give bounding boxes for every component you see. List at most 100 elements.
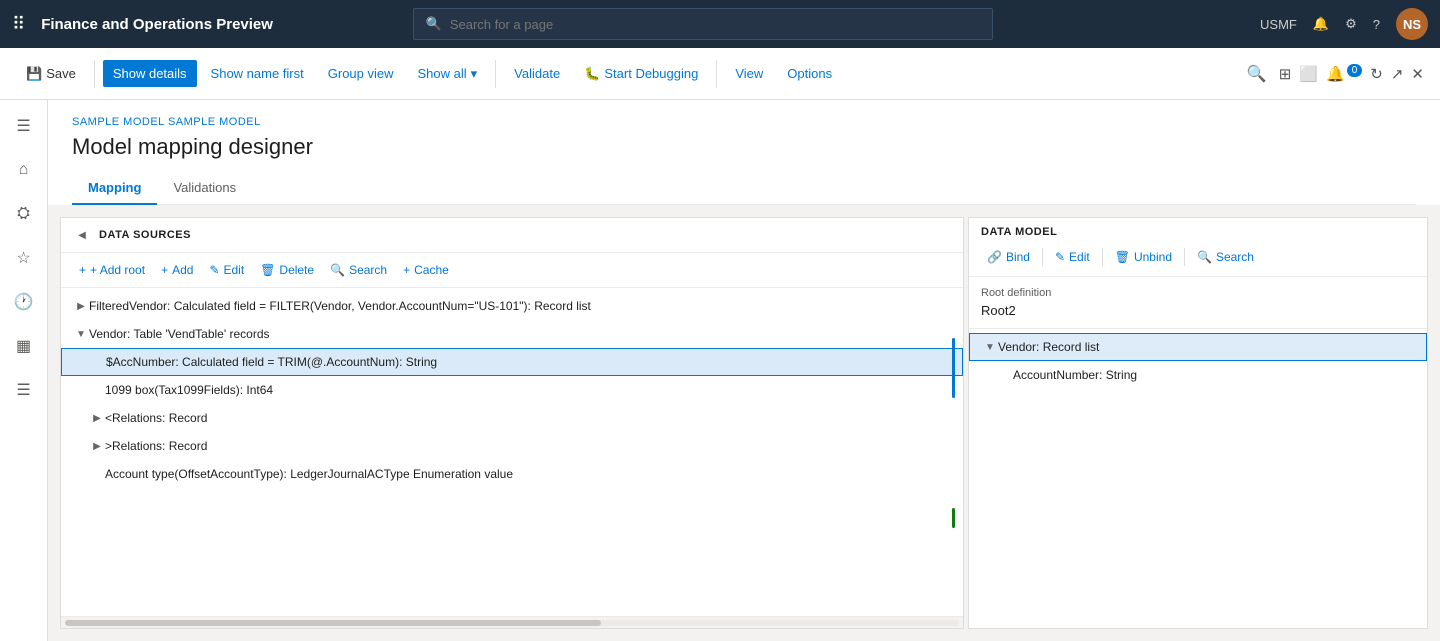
personalize-icon[interactable]: ⊞ bbox=[1279, 65, 1292, 83]
add-root-button[interactable]: + + Add root bbox=[73, 259, 151, 281]
expand-icon[interactable]: ▶ bbox=[89, 410, 105, 426]
panel-toolbar: + + Add root + Add ✎ Edit 🗑 Delete bbox=[61, 253, 963, 288]
page-header: SAMPLE MODEL SAMPLE MODEL Model mapping … bbox=[48, 100, 1440, 205]
dm-edit-icon: ✎ bbox=[1055, 250, 1065, 264]
help-icon[interactable]: ? bbox=[1373, 17, 1380, 32]
h-scrollbar-thumb[interactable] bbox=[65, 620, 601, 626]
view-button[interactable]: View bbox=[725, 60, 773, 87]
h-scrollbar-track bbox=[65, 620, 959, 626]
tab-validations[interactable]: Validations bbox=[157, 172, 252, 205]
dm-separator-2 bbox=[1102, 248, 1103, 266]
save-button[interactable]: 💾 Save bbox=[16, 60, 86, 88]
data-sources-panel: ◀ DATA SOURCES + + Add root + Add ✎ Edit bbox=[60, 217, 964, 629]
vert-indicator-bottom bbox=[952, 508, 955, 528]
content-area: SAMPLE MODEL SAMPLE MODEL Model mapping … bbox=[48, 100, 1440, 641]
data-model-header: DATA MODEL 🔗 Bind ✎ Edit 🗑 bbox=[969, 218, 1427, 277]
page-title: Model mapping designer bbox=[72, 134, 1416, 160]
options-button[interactable]: Options bbox=[777, 60, 842, 87]
delete-button[interactable]: 🗑 Delete bbox=[254, 259, 320, 281]
sidebar-home-icon[interactable]: ⌂ bbox=[6, 152, 42, 188]
avatar[interactable]: NS bbox=[1396, 8, 1428, 40]
tree-item[interactable]: 1099 box(Tax1099Fields): Int64 bbox=[61, 376, 963, 404]
panel-header: ◀ DATA SOURCES bbox=[61, 218, 963, 253]
top-nav: ⠿ Finance and Operations Preview 🔍 USMF … bbox=[0, 0, 1440, 48]
search-input[interactable] bbox=[450, 17, 980, 32]
vert-indicator-top bbox=[952, 338, 955, 398]
notification-badge[interactable]: 🔔0 bbox=[1326, 65, 1362, 83]
main-layout: ☰ ⌂ ⛭ ☆ 🕐 ▦ ☰ SAMPLE MODEL SAMPLE MODEL … bbox=[0, 100, 1440, 641]
data-model-panel: DATA MODEL 🔗 Bind ✎ Edit 🗑 bbox=[968, 217, 1428, 629]
separator-2 bbox=[495, 60, 496, 88]
expand-icon-placeholder bbox=[89, 466, 105, 482]
unbind-icon: 🗑 bbox=[1115, 250, 1130, 264]
sidebar-toggle-icon[interactable]: ☰ bbox=[6, 108, 42, 144]
popout-icon[interactable]: ↗ bbox=[1391, 65, 1404, 83]
start-debugging-button[interactable]: 🐛 Start Debugging bbox=[574, 60, 708, 88]
search-icon: 🔍 bbox=[330, 263, 345, 277]
breadcrumb: SAMPLE MODEL SAMPLE MODEL bbox=[72, 116, 1416, 128]
page-tabs: Mapping Validations bbox=[72, 172, 1416, 205]
refresh-icon[interactable]: ↻ bbox=[1370, 65, 1383, 83]
add-icon: + bbox=[161, 263, 168, 277]
dm-separator-3 bbox=[1184, 248, 1185, 266]
bind-icon: 🔗 bbox=[987, 250, 1002, 264]
grid-icon[interactable]: ⠿ bbox=[12, 14, 25, 35]
tree-item[interactable]: ▼ Vendor: Table 'VendTable' records bbox=[61, 320, 963, 348]
add-root-icon: + bbox=[79, 263, 86, 277]
unbind-button[interactable]: 🗑 Unbind bbox=[1109, 246, 1178, 268]
dm-edit-button[interactable]: ✎ Edit bbox=[1049, 246, 1096, 268]
sidebar-favorites-icon[interactable]: ☆ bbox=[6, 240, 42, 276]
sidebar-workspaces-icon[interactable]: ▦ bbox=[6, 328, 42, 364]
validate-button[interactable]: Validate bbox=[504, 60, 570, 87]
group-view-button[interactable]: Group view bbox=[318, 60, 404, 87]
panel-title: DATA SOURCES bbox=[99, 229, 191, 241]
sidebar-modules-icon[interactable]: ☰ bbox=[6, 372, 42, 408]
expand-icon[interactable]: ▶ bbox=[89, 438, 105, 454]
toolbar-search-icon[interactable]: 🔍 bbox=[1247, 64, 1267, 84]
bind-button[interactable]: 🔗 Bind bbox=[981, 246, 1036, 268]
expand-icon[interactable]: ▶ bbox=[73, 298, 89, 314]
expand-icon-placeholder bbox=[90, 354, 106, 370]
show-name-first-button[interactable]: Show name first bbox=[201, 60, 314, 87]
dm-tree-item-account-number[interactable]: AccountNumber: String bbox=[969, 361, 1427, 389]
show-details-button[interactable]: Show details bbox=[103, 60, 197, 87]
tree-item[interactable]: ▶ >Relations: Record bbox=[61, 432, 963, 460]
panel-collapse-btn[interactable]: ◀ bbox=[73, 226, 91, 244]
h-scrollbar[interactable] bbox=[61, 616, 963, 628]
debug-icon: 🐛 bbox=[584, 66, 600, 82]
search-button[interactable]: 🔍 Search bbox=[324, 259, 393, 281]
expand-icon[interactable]: ▼ bbox=[982, 339, 998, 355]
tab-mapping[interactable]: Mapping bbox=[72, 172, 157, 205]
expand-icon[interactable]: ▼ bbox=[73, 326, 89, 342]
edit-icon: ✎ bbox=[209, 263, 219, 277]
expand-icon-placeholder bbox=[89, 382, 105, 398]
sidebar-recent-icon[interactable]: 🕐 bbox=[6, 284, 42, 320]
nav-right: USMF 🔔 ⚙ ? NS bbox=[1260, 8, 1428, 40]
notification-icon[interactable]: 🔔 bbox=[1313, 16, 1329, 32]
add-button[interactable]: + Add bbox=[155, 259, 199, 281]
action-bar: 💾 Save Show details Show name first Grou… bbox=[0, 48, 1440, 100]
cache-icon: + bbox=[403, 263, 410, 277]
root-def-value: Root2 bbox=[981, 303, 1415, 318]
fullscreen-icon[interactable]: ⬜ bbox=[1299, 65, 1318, 83]
dm-tree-item-vendor[interactable]: ▼ Vendor: Record list bbox=[969, 333, 1427, 361]
show-all-button[interactable]: Show all ▾ bbox=[408, 60, 488, 88]
search-bar[interactable]: 🔍 bbox=[413, 8, 993, 40]
tree-item[interactable]: ▶ FilteredVendor: Calculated field = FIL… bbox=[61, 292, 963, 320]
dm-tree-content: ▼ Vendor: Record list AccountNumber: Str… bbox=[969, 329, 1427, 628]
sidebar-filter-icon[interactable]: ⛭ bbox=[6, 196, 42, 232]
tree-item-selected[interactable]: $AccNumber: Calculated field = TRIM(@.Ac… bbox=[61, 348, 963, 376]
tree-content: ▶ FilteredVendor: Calculated field = FIL… bbox=[61, 288, 963, 616]
settings-icon[interactable]: ⚙ bbox=[1345, 16, 1357, 32]
tree-item[interactable]: ▶ <Relations: Record bbox=[61, 404, 963, 432]
app-title: Finance and Operations Preview bbox=[41, 16, 273, 33]
delete-icon: 🗑 bbox=[260, 263, 275, 277]
close-icon[interactable]: ✕ bbox=[1411, 65, 1424, 83]
edit-button[interactable]: ✎ Edit bbox=[203, 259, 250, 281]
tree-item[interactable]: Account type(OffsetAccountType): LedgerJ… bbox=[61, 460, 963, 488]
root-definition-section: Root definition Root2 bbox=[969, 277, 1427, 329]
cache-button[interactable]: + Cache bbox=[397, 259, 455, 281]
separator-3 bbox=[716, 60, 717, 88]
dm-search-button[interactable]: 🔍 Search bbox=[1191, 246, 1260, 268]
dm-separator-1 bbox=[1042, 248, 1043, 266]
